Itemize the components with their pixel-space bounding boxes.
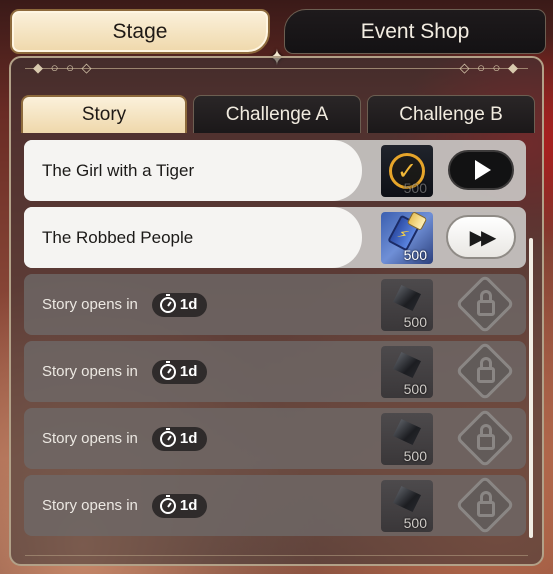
fast-forward-icon: ▶▶ <box>469 226 497 249</box>
play-button[interactable] <box>448 150 514 190</box>
tab-event-shop-label: Event Shop <box>360 19 470 43</box>
story-title: The Robbed People <box>24 207 362 268</box>
story-row-locked: Story opens in 1d 500 <box>24 408 526 469</box>
reward-slot[interactable]: 500 <box>381 413 433 465</box>
story-opens-label: Story opens in <box>42 430 138 447</box>
crystal-icon <box>393 352 421 378</box>
panel-divider <box>25 68 528 69</box>
tab-story[interactable]: Story <box>21 95 187 133</box>
play-icon <box>475 160 491 180</box>
reward-slot[interactable]: ✓ 500 <box>381 145 433 197</box>
reward-slot[interactable]: 500 <box>381 346 433 398</box>
reward-count: 500 <box>403 381 427 397</box>
story-lock-info: Story opens in 1d <box>24 475 362 536</box>
reward-slot[interactable]: 500 <box>381 279 433 331</box>
story-row-locked: Story opens in 1d 500 <box>24 475 526 536</box>
tab-stage[interactable]: Stage <box>10 9 270 54</box>
reward-count: 500 <box>403 314 427 330</box>
stopwatch-icon <box>159 360 176 380</box>
story-opens-label: Story opens in <box>42 296 138 313</box>
lock-icon <box>477 501 495 517</box>
story-lock-info: Story opens in 1d <box>24 408 362 469</box>
story-opens-label: Story opens in <box>42 497 138 514</box>
timer-badge: 1d <box>151 359 208 384</box>
ornament-dots-icon: ◇ ○ ○ ◆ <box>459 60 520 75</box>
timer-value: 1d <box>179 363 198 380</box>
story-row-locked: Story opens in 1d 500 <box>24 341 526 402</box>
story-title: The Girl with a Tiger <box>24 140 362 201</box>
timer-value: 1d <box>179 430 198 447</box>
tab-event-shop[interactable]: Event Shop <box>284 9 546 54</box>
ornament-dots-icon: ◆ ○ ○ ◇ <box>33 60 94 75</box>
stopwatch-icon <box>159 427 176 447</box>
skip-button[interactable]: ▶▶ <box>446 215 516 259</box>
panel-divider <box>25 555 528 556</box>
stopwatch-icon <box>159 494 176 514</box>
reward-count: 500 <box>403 180 427 196</box>
scrollbar[interactable] <box>529 238 533 538</box>
story-row-completed: The Girl with a Tiger ✓ 500 <box>24 140 526 201</box>
story-lock-info: Story opens in 1d <box>24 341 362 402</box>
tab-challenge-a[interactable]: Challenge A <box>193 95 361 133</box>
reward-count: 500 <box>403 515 427 531</box>
tab-challenge-b[interactable]: Challenge B <box>367 95 535 133</box>
timer-value: 1d <box>179 296 198 313</box>
tab-challenge-a-label: Challenge A <box>225 103 329 125</box>
timer-badge: 1d <box>151 493 208 518</box>
timer-value: 1d <box>179 497 198 514</box>
reward-slot[interactable]: ⚡ 500 <box>381 212 433 264</box>
story-lock-info: Story opens in 1d <box>24 274 362 335</box>
lock-icon <box>477 434 495 450</box>
crystal-icon <box>393 419 421 445</box>
lock-icon <box>477 367 495 383</box>
story-opens-label: Story opens in <box>42 363 138 380</box>
reward-slot[interactable]: 500 <box>381 480 433 532</box>
tab-challenge-b-label: Challenge B <box>399 103 503 125</box>
timer-badge: 1d <box>151 292 208 317</box>
story-row-locked: Story opens in 1d 500 <box>24 274 526 335</box>
crystal-icon <box>393 285 421 311</box>
timer-badge: 1d <box>151 426 208 451</box>
reward-count: 500 <box>403 247 427 263</box>
tab-stage-label: Stage <box>112 19 168 43</box>
tab-story-label: Story <box>81 104 127 125</box>
story-row-available: The Robbed People ⚡ 500 ▶▶ <box>24 207 526 268</box>
crystal-icon <box>393 486 421 512</box>
lock-icon <box>477 300 495 316</box>
reward-count: 500 <box>403 448 427 464</box>
stopwatch-icon <box>159 293 176 313</box>
